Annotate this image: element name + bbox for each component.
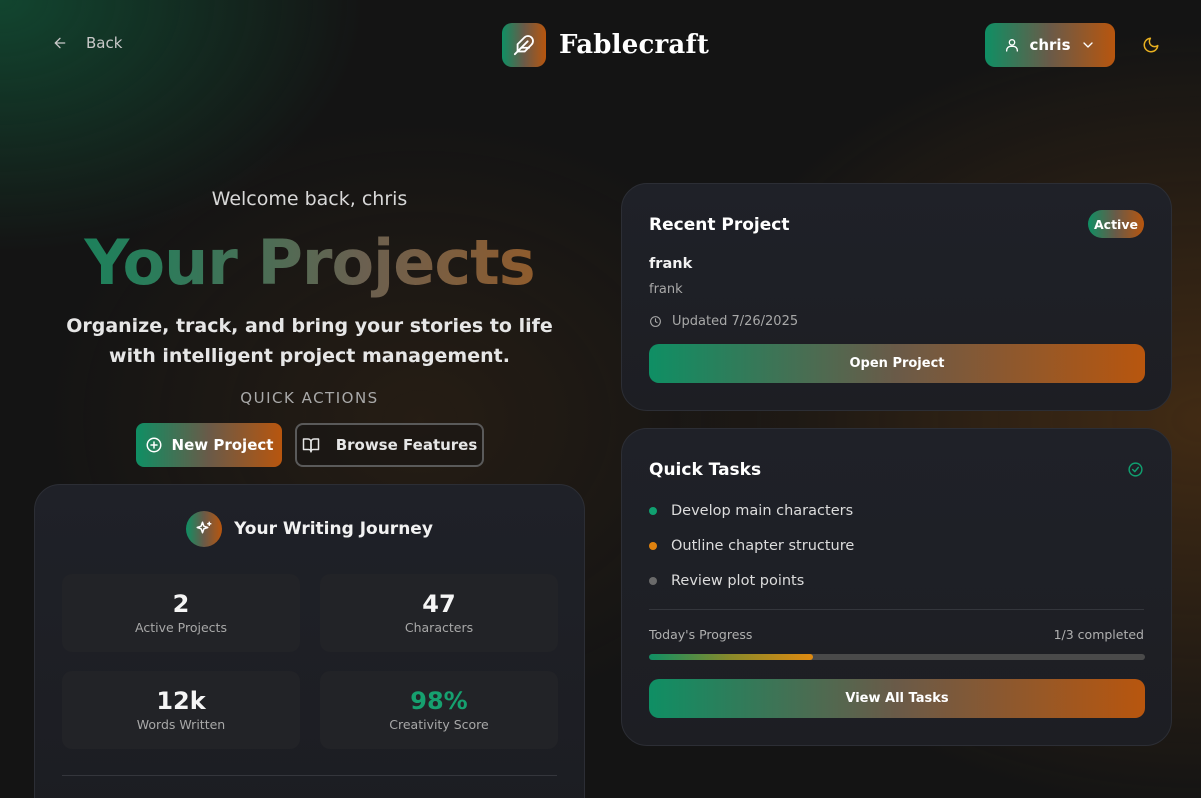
page-title: Your Projects [34, 226, 585, 299]
stat-label: Characters [404, 620, 474, 635]
stat-label: Creativity Score [389, 717, 489, 732]
task-dot [649, 507, 657, 515]
stat-label: Active Projects [135, 620, 227, 635]
quick-actions-label: QUICK ACTIONS [240, 389, 379, 407]
brand: Fablecraft [502, 23, 709, 67]
quick-tasks-card: Quick Tasks Develop main characters Outl… [621, 428, 1172, 746]
stat-value: 12k [156, 687, 206, 715]
stat-words-written: 12k Words Written [62, 671, 300, 749]
stat-label: Words Written [136, 717, 226, 732]
plus-circle-icon [146, 437, 162, 453]
new-project-label: New Project [171, 436, 274, 454]
stat-creativity-score: 98% Creativity Score [320, 671, 558, 749]
task-label: Outline chapter structure [671, 538, 855, 554]
back-button[interactable]: Back [52, 34, 122, 52]
brand-name: Fablecraft [559, 30, 710, 60]
tagline: Organize, track, and bring your stories … [66, 315, 553, 367]
new-project-button[interactable]: New Project [136, 423, 282, 467]
feather-icon [502, 23, 546, 67]
divider [62, 775, 557, 776]
recent-project-card: Recent Project Active frank frank Update… [621, 183, 1172, 411]
welcome-text: Welcome back, chris [211, 188, 408, 210]
recent-project-title: Recent Project [649, 215, 790, 235]
journey-header: Your Writing Journey [35, 511, 584, 547]
book-open-icon [302, 438, 319, 453]
user-menu-button[interactable]: chris [985, 23, 1115, 67]
view-all-tasks-button[interactable]: View All Tasks [649, 679, 1145, 718]
stat-value: 47 [422, 590, 456, 618]
browse-features-label: Browse Features [335, 436, 478, 454]
clock-icon [650, 316, 661, 327]
sparkles-icon [186, 511, 223, 547]
check-circle-icon [1128, 462, 1143, 477]
project-updated: Updated 7/26/2025 [649, 314, 798, 329]
journey-title: Your Writing Journey [234, 519, 433, 539]
stat-value: 98% [410, 687, 468, 715]
updated-text: Updated 7/26/2025 [672, 314, 799, 329]
progress-label: Today's Progress [649, 627, 753, 642]
task-label: Develop main characters [671, 503, 854, 519]
user-icon [1006, 39, 1019, 52]
stat-active-projects: 2 Active Projects [62, 574, 300, 652]
progress-bar [649, 654, 1145, 660]
progress-count: 1/3 completed [1053, 627, 1144, 642]
quick-tasks-title: Quick Tasks [649, 460, 762, 480]
project-name: frank [649, 256, 693, 272]
project-subtitle: frank [649, 282, 683, 297]
status-badge: Active [1088, 210, 1144, 238]
task-dot [649, 542, 657, 550]
stat-characters: 47 Characters [320, 574, 558, 652]
user-name: chris [1029, 36, 1071, 54]
task-dot [649, 577, 657, 585]
stat-value: 2 [172, 590, 190, 618]
task-label: Review plot points [671, 573, 805, 589]
browse-features-button[interactable]: Browse Features [295, 423, 484, 467]
progress-fill [649, 654, 813, 660]
task-item[interactable]: Outline chapter structure [649, 538, 854, 554]
arrow-left-icon [54, 37, 66, 49]
chevron-down-icon [1082, 42, 1093, 48]
task-item[interactable]: Develop main characters [649, 503, 853, 519]
open-project-button[interactable]: Open Project [649, 344, 1145, 383]
writing-journey-card: Your Writing Journey 2 Active Projects 4… [34, 484, 585, 798]
task-item[interactable]: Review plot points [649, 573, 804, 589]
divider [649, 609, 1144, 610]
back-label: Back [86, 34, 123, 52]
moon-icon[interactable] [1142, 36, 1160, 54]
